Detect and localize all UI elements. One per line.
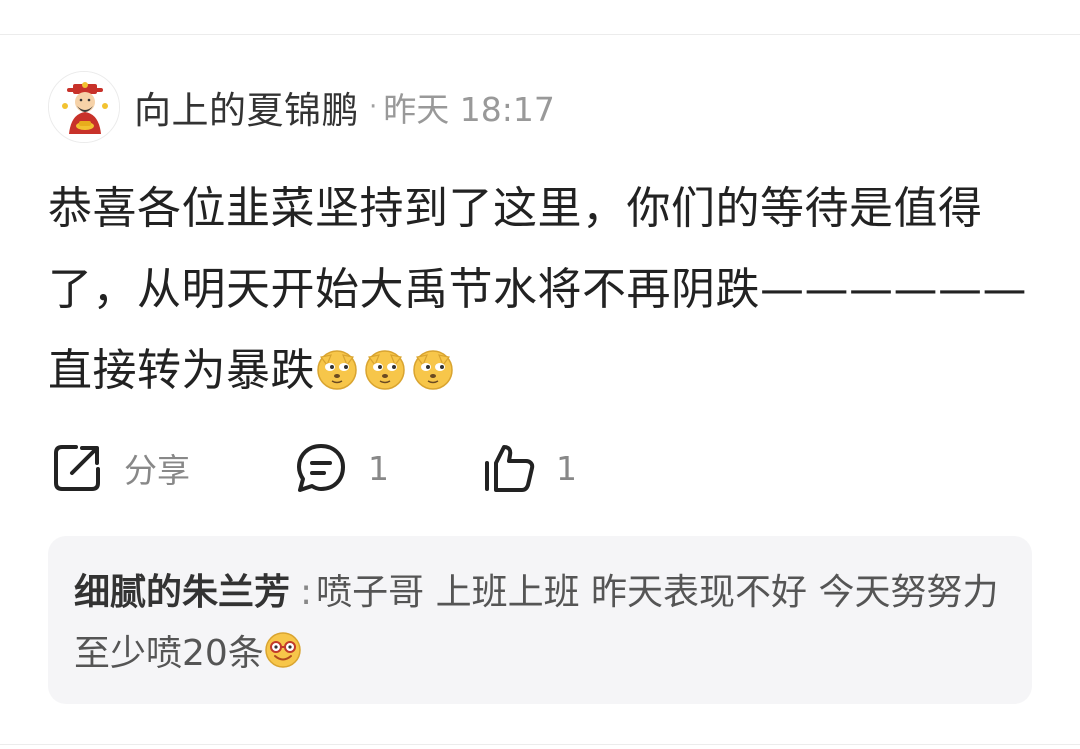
post-text: 恭喜各位韭菜坚持到了这里，你们的等待是值得了，从明天开始大禹节水将不再阴跌———… [48, 183, 1027, 396]
like-count: 1 [556, 448, 577, 488]
thumbs-up-icon [485, 445, 535, 492]
post-content[interactable]: 恭喜各位韭菜坚持到了这里，你们的等待是值得了，从明天开始大禹节水将不再阴跌———… [48, 168, 1033, 411]
doge-emoji-icon [411, 347, 455, 391]
post-card: 向上的夏锦鹏 · 昨天 18:17 恭喜各位韭菜坚持到了这里，你们的等待是值得了… [0, 0, 1080, 749]
comment-preview[interactable]: 细腻的朱兰芳: 喷子哥 上班上班 昨天表现不好 今天努努力 至少喷20条 [48, 536, 1032, 704]
post-time: 昨天 18:17 [383, 90, 555, 129]
share-icon [54, 445, 100, 491]
reply-separator: : [300, 572, 313, 613]
doge-emoji-icon [315, 347, 359, 391]
share-label: 分享 [124, 451, 190, 490]
like-button[interactable]: 1 [482, 438, 577, 498]
post-meta: 向上的夏锦鹏 · 昨天 18:17 [134, 84, 555, 132]
smile-glasses-emoji-icon [264, 631, 302, 669]
author-name[interactable]: 向上的夏锦鹏 [134, 80, 359, 134]
comment-count: 1 [368, 448, 389, 488]
reply-author[interactable]: 细腻的朱兰芳 [74, 572, 290, 613]
comment-icon [297, 444, 345, 492]
comment-preview-text: 细腻的朱兰芳: 喷子哥 上班上班 昨天表现不好 今天努努力 至少喷20条 [74, 562, 1006, 684]
comment-button[interactable]: 1 [294, 438, 389, 498]
bottom-divider [0, 744, 1080, 745]
doge-emoji-icon [363, 347, 407, 391]
top-divider [0, 34, 1080, 35]
avatar[interactable] [48, 71, 120, 143]
meta-separator: · [369, 92, 378, 122]
share-button[interactable]: 分享 [50, 438, 190, 498]
fortune-god-avatar-icon [49, 72, 119, 142]
